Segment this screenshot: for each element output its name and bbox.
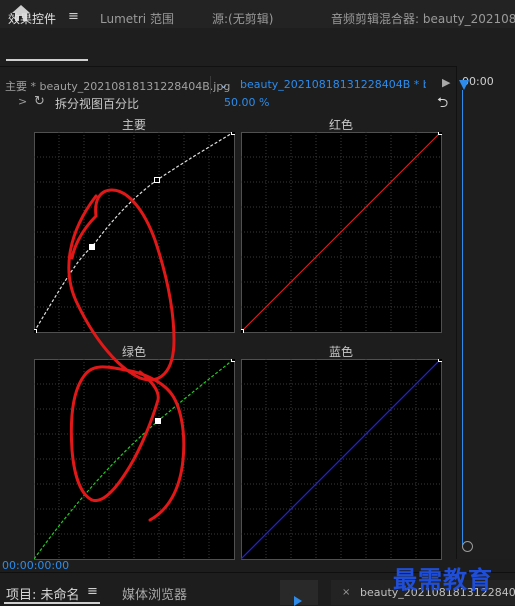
watermark-logo: 最需教育 bbox=[393, 565, 493, 594]
annotation-circle-lower bbox=[69, 365, 186, 522]
annotation-circle-upper bbox=[67, 188, 176, 382]
red-annotation-scribbles bbox=[67, 188, 186, 522]
